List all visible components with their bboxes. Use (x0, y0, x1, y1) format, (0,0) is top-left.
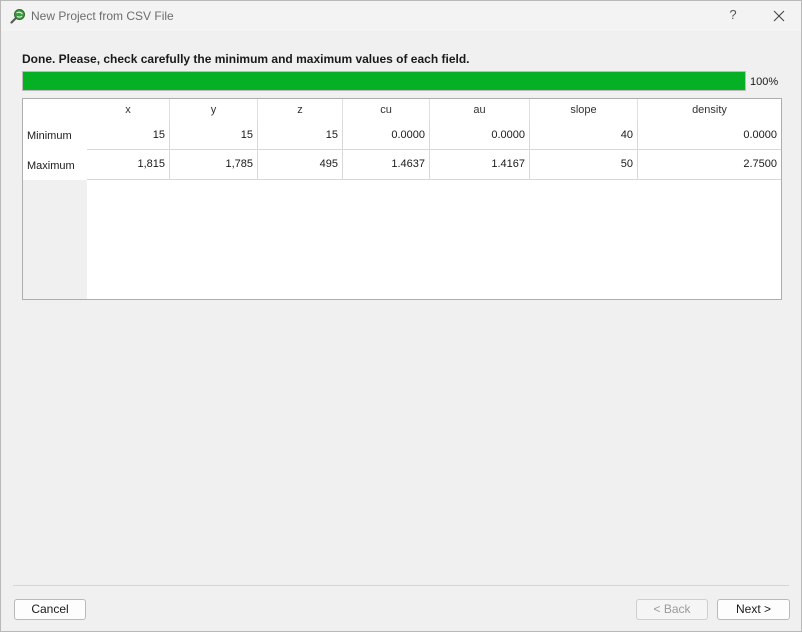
table-cell[interactable]: 2.7500 (638, 150, 781, 180)
footer-separator (13, 585, 789, 586)
table-cell[interactable]: 1,815 (87, 150, 170, 180)
window-title: New Project from CSV File (31, 9, 174, 23)
help-button[interactable]: ? (725, 7, 741, 22)
row-header-maximum[interactable]: Maximum (23, 150, 87, 180)
table-cell[interactable]: 0.0000 (638, 121, 781, 150)
table-cell[interactable]: 1.4637 (343, 150, 430, 180)
table-cell[interactable]: 0.0000 (343, 121, 430, 150)
column-header-z[interactable]: z (258, 99, 343, 121)
progress-fill (23, 72, 745, 90)
close-icon[interactable] (769, 7, 789, 25)
column-header-slope[interactable]: slope (530, 99, 638, 121)
dialog-window: New Project from CSV File ? Done. Please… (0, 0, 802, 632)
table-cell[interactable]: 15 (258, 121, 343, 150)
next-button[interactable]: Next > (717, 599, 790, 620)
column-header-au[interactable]: au (430, 99, 530, 121)
table-cell[interactable]: 50 (530, 150, 638, 180)
back-button[interactable]: < Back (636, 599, 708, 620)
field-range-table[interactable]: x y z cu au slope density Minimum 15 15 15 0.0000 0.… (22, 98, 782, 300)
row-header-minimum[interactable]: Minimum (23, 121, 87, 150)
column-header-cu[interactable]: cu (343, 99, 430, 121)
table-cell[interactable]: 15 (170, 121, 258, 150)
cancel-button[interactable]: Cancel (14, 599, 86, 620)
column-header-y[interactable]: y (170, 99, 258, 121)
table-cell[interactable]: 0.0000 (430, 121, 530, 150)
table-cell[interactable]: 40 (530, 121, 638, 150)
table-cell[interactable]: 1,785 (170, 150, 258, 180)
table-cell[interactable]: 495 (258, 150, 343, 180)
progress-percent: 100% (750, 76, 779, 88)
table-cell[interactable]: 15 (87, 121, 170, 150)
column-header-density[interactable]: density (638, 99, 781, 121)
progress-bar (22, 71, 746, 91)
magnifier-globe-icon (10, 9, 25, 24)
table-cell[interactable]: 1.4167 (430, 150, 530, 180)
column-header-x[interactable]: x (87, 99, 170, 121)
status-message: Done. Please, check carefully the minimu… (22, 52, 470, 66)
table-corner (23, 99, 87, 121)
title-bar: New Project from CSV File ? (1, 1, 801, 31)
